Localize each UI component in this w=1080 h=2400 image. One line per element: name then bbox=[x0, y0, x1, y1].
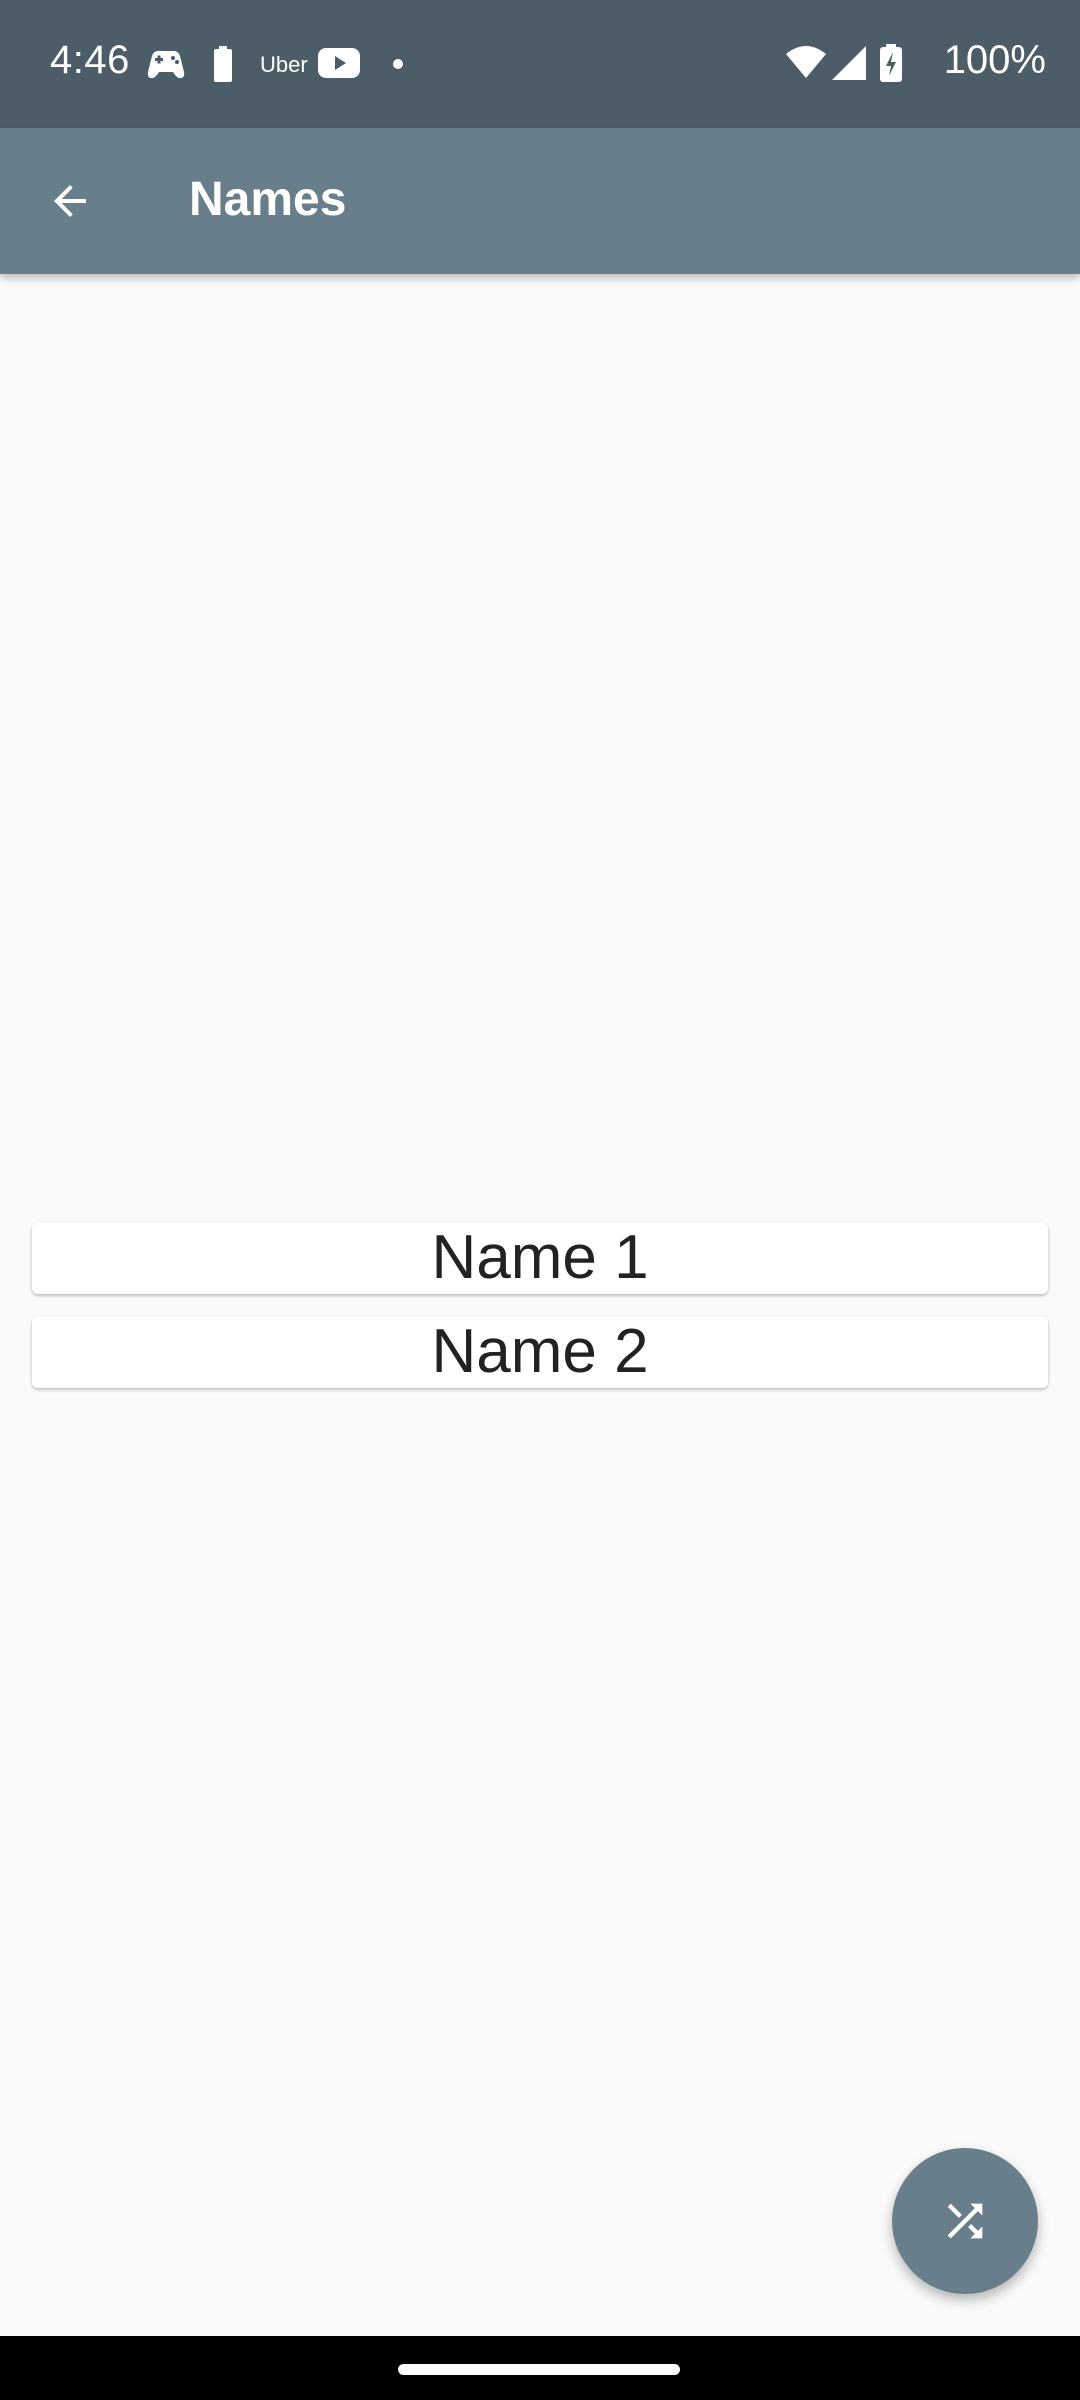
shuffle-icon bbox=[947, 2203, 983, 2239]
navigation-bar bbox=[0, 2336, 1080, 2400]
name-list-item[interactable]: Name 2 bbox=[32, 1316, 1048, 1388]
page-title: Names bbox=[189, 173, 347, 226]
battery-charging-icon bbox=[880, 44, 902, 82]
name-label: Name 1 bbox=[431, 1223, 649, 1292]
arrow-back-icon bbox=[54, 185, 86, 217]
status-time: 4:46 bbox=[50, 38, 130, 82]
back-button[interactable] bbox=[28, 159, 112, 243]
battery-icon bbox=[214, 46, 232, 82]
game-controller-icon bbox=[147, 50, 185, 79]
youtube-icon bbox=[318, 48, 360, 78]
status-bar: 4:46 Uber 100% bbox=[0, 0, 1080, 128]
screen: 4:46 Uber 100% Names Name 1 Name 2 bbox=[0, 0, 1080, 2400]
uber-icon: Uber bbox=[260, 52, 308, 77]
name-list-item[interactable]: Name 1 bbox=[32, 1222, 1048, 1294]
app-bar: Names bbox=[0, 128, 1080, 274]
shuffle-button[interactable] bbox=[892, 2148, 1038, 2294]
wifi-icon bbox=[786, 46, 826, 78]
signal-icon bbox=[832, 46, 866, 80]
home-handle[interactable] bbox=[398, 2364, 680, 2375]
dot-icon bbox=[393, 59, 403, 69]
battery-percent: 100% bbox=[943, 38, 1046, 82]
name-label: Name 2 bbox=[431, 1317, 649, 1386]
